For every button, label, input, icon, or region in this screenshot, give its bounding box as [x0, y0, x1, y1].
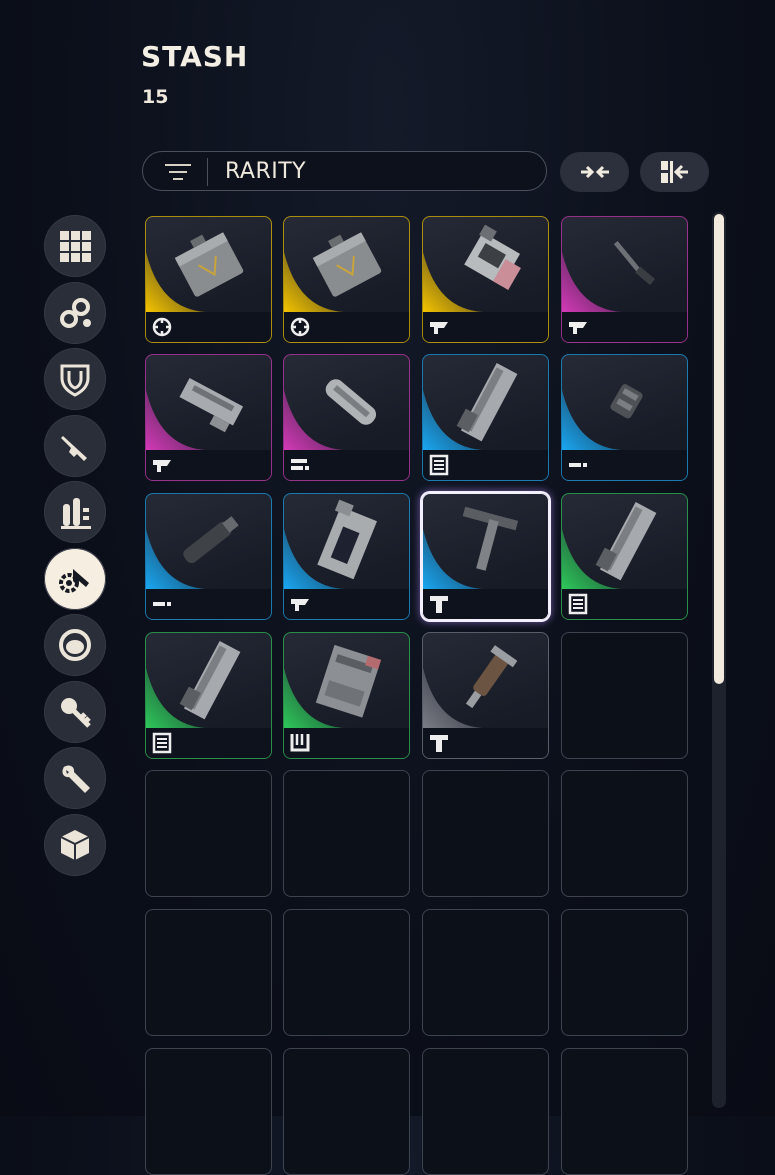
item-image: [613, 240, 656, 286]
item-image: [174, 232, 244, 297]
item-slot-epic[interactable]: [561, 216, 688, 343]
key-icon: [61, 697, 91, 728]
scrollbar-thumb[interactable]: [714, 214, 724, 684]
tool-icon: [430, 735, 448, 752]
underbarrel-icon: [291, 459, 309, 470]
item-image: [312, 232, 382, 297]
wrench-icon: [62, 765, 90, 793]
tool-icon: [430, 596, 448, 613]
empty-slot[interactable]: [145, 1048, 272, 1175]
crosshair-icon: [290, 317, 310, 337]
category-key[interactable]: [44, 680, 106, 743]
magazine-icon: [152, 732, 172, 754]
filter-divider: [207, 158, 208, 186]
item-slot-legendary[interactable]: [283, 216, 410, 343]
gear-gun-icon: [59, 568, 89, 593]
item-slot-epic[interactable]: [145, 354, 272, 481]
item-image: [464, 224, 521, 290]
drum-icon: [290, 734, 310, 752]
empty-slot[interactable]: [561, 770, 688, 897]
item-image: [183, 516, 239, 564]
item-slot-rare[interactable]: [283, 493, 410, 620]
stock-icon: [430, 322, 448, 334]
empty-slot[interactable]: [283, 1048, 410, 1175]
collapse-button[interactable]: [560, 152, 629, 192]
empty-slot[interactable]: [422, 909, 549, 1036]
magazine-icon: [568, 593, 588, 615]
item-slot-legendary[interactable]: [145, 216, 272, 343]
ring-icon: [59, 629, 91, 661]
category-shield[interactable]: [44, 348, 106, 410]
category-ammo[interactable]: [44, 481, 106, 543]
item-image: [595, 502, 657, 581]
category-gear-gun[interactable]: [44, 547, 106, 610]
empty-slot[interactable]: [422, 770, 549, 897]
item-slot-rare[interactable]: [561, 354, 688, 481]
crosshair-icon: [152, 317, 172, 337]
empty-slot[interactable]: [561, 909, 688, 1036]
item-image: [179, 378, 244, 433]
muzzle-icon: [153, 602, 171, 606]
item-image: [179, 641, 241, 720]
item-image: [325, 379, 377, 425]
muzzle-icon: [569, 463, 587, 467]
item-slot-rare[interactable]: [422, 493, 549, 620]
category-cube[interactable]: [44, 813, 106, 876]
stock-icon: [569, 322, 587, 334]
empty-slot[interactable]: [283, 770, 410, 897]
rarity-filter-dropdown[interactable]: RARITY: [142, 151, 547, 191]
item-image: [317, 499, 377, 580]
sort-merge-icon: [660, 161, 688, 183]
category-ring[interactable]: [44, 614, 106, 676]
item-image: [456, 363, 518, 442]
item-image: [462, 506, 519, 571]
ammo-icon: [61, 498, 91, 529]
item-slot-legendary[interactable]: [422, 216, 549, 343]
chain-icon: [60, 297, 91, 328]
collapse-arrows-icon: [580, 165, 609, 179]
category-grid[interactable]: [44, 215, 106, 277]
item-image: [465, 645, 518, 709]
grid-icon: [60, 231, 91, 262]
item-slot-rare[interactable]: [422, 354, 549, 481]
empty-slot[interactable]: [145, 770, 272, 897]
item-image: [610, 384, 643, 419]
cube-icon: [60, 829, 90, 860]
item-slot-epic[interactable]: [283, 354, 410, 481]
pistol-icon: [61, 435, 87, 461]
stash-title: STASH: [141, 40, 249, 73]
stash-count: 15: [142, 86, 169, 108]
item-slot-common[interactable]: [422, 632, 549, 759]
stock-icon: [291, 599, 309, 611]
shield-icon: [60, 364, 90, 397]
empty-slot[interactable]: [561, 632, 688, 759]
empty-slot[interactable]: [283, 909, 410, 1036]
empty-slot[interactable]: [422, 1048, 549, 1175]
filter-label: RARITY: [225, 159, 307, 184]
empty-slot[interactable]: [561, 1048, 688, 1175]
category-pistol[interactable]: [44, 414, 106, 477]
item-slot-rare[interactable]: [145, 493, 272, 620]
item-slot-uncommon[interactable]: [283, 632, 410, 759]
item-slot-uncommon[interactable]: [561, 493, 688, 620]
category-chain[interactable]: [44, 281, 106, 344]
empty-slot[interactable]: [145, 909, 272, 1036]
filter-lines-icon: [165, 164, 191, 180]
item-image: [315, 644, 382, 718]
sort-button[interactable]: [640, 152, 709, 192]
magazine-icon: [429, 454, 449, 476]
category-wrench[interactable]: [44, 747, 106, 809]
stock-icon: [153, 460, 171, 472]
item-slot-uncommon[interactable]: [145, 632, 272, 759]
